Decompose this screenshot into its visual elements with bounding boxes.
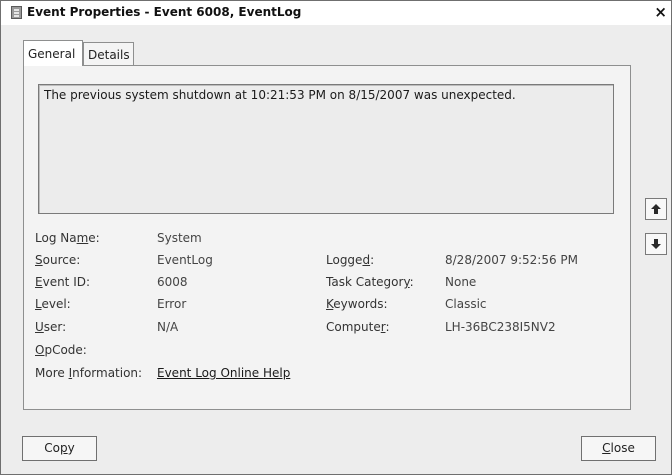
computer-label: Computer: <box>326 320 390 334</box>
user-label: User: <box>35 320 67 334</box>
source-value: EventLog <box>157 253 213 267</box>
event-log-online-help-link[interactable]: Event Log Online Help <box>157 366 290 380</box>
window-title: Event Properties - Event 6008, EventLog <box>27 5 302 19</box>
task-category-value: None <box>445 275 477 289</box>
previous-event-button[interactable] <box>645 198 667 220</box>
user-value: N/A <box>157 320 179 334</box>
keywords-label: Keywords: <box>326 297 388 311</box>
next-event-button[interactable] <box>645 233 667 255</box>
general-tab-panel: The previous system shutdown at 10:21:53… <box>23 65 631 410</box>
keywords-value: Classic <box>445 297 487 311</box>
title-bar[interactable]: Event Properties - Event 6008, EventLog … <box>1 1 671 25</box>
event-description-text: The previous system shutdown at 10:21:53… <box>44 88 516 102</box>
event-properties-window: Event Properties - Event 6008, EventLog … <box>0 0 672 475</box>
tab-general[interactable]: General <box>23 40 83 66</box>
level-value: Error <box>157 297 187 311</box>
event-description-box[interactable]: The previous system shutdown at 10:21:53… <box>38 84 614 214</box>
copy-button[interactable]: Copy <box>22 436 97 461</box>
arrow-down-icon <box>651 239 661 249</box>
opcode-label: OpCode: <box>35 343 87 357</box>
computer-value: LH-36BC238I5NV2 <box>445 320 556 334</box>
level-label: Level: <box>35 297 71 311</box>
event-id-label: Event ID: <box>35 275 91 289</box>
log-name-label: Log Name: <box>35 231 100 245</box>
task-category-label: Task Category: <box>326 275 414 289</box>
logged-label: Logged: <box>326 253 375 267</box>
more-information-label: More Information: <box>35 366 143 380</box>
tab-general-label: General <box>28 47 76 61</box>
event-id-value: 6008 <box>157 275 188 289</box>
source-label: Source: <box>35 253 81 267</box>
logged-value: 8/28/2007 9:52:56 PM <box>445 253 579 267</box>
close-window-icon[interactable]: × <box>654 3 667 21</box>
event-viewer-app-icon <box>11 6 22 19</box>
log-name-value: System <box>157 231 202 245</box>
tab-details[interactable]: Details <box>83 42 134 65</box>
arrow-up-icon <box>651 204 661 214</box>
tab-details-label: Details <box>88 48 130 62</box>
close-button[interactable]: Close <box>581 436 656 461</box>
